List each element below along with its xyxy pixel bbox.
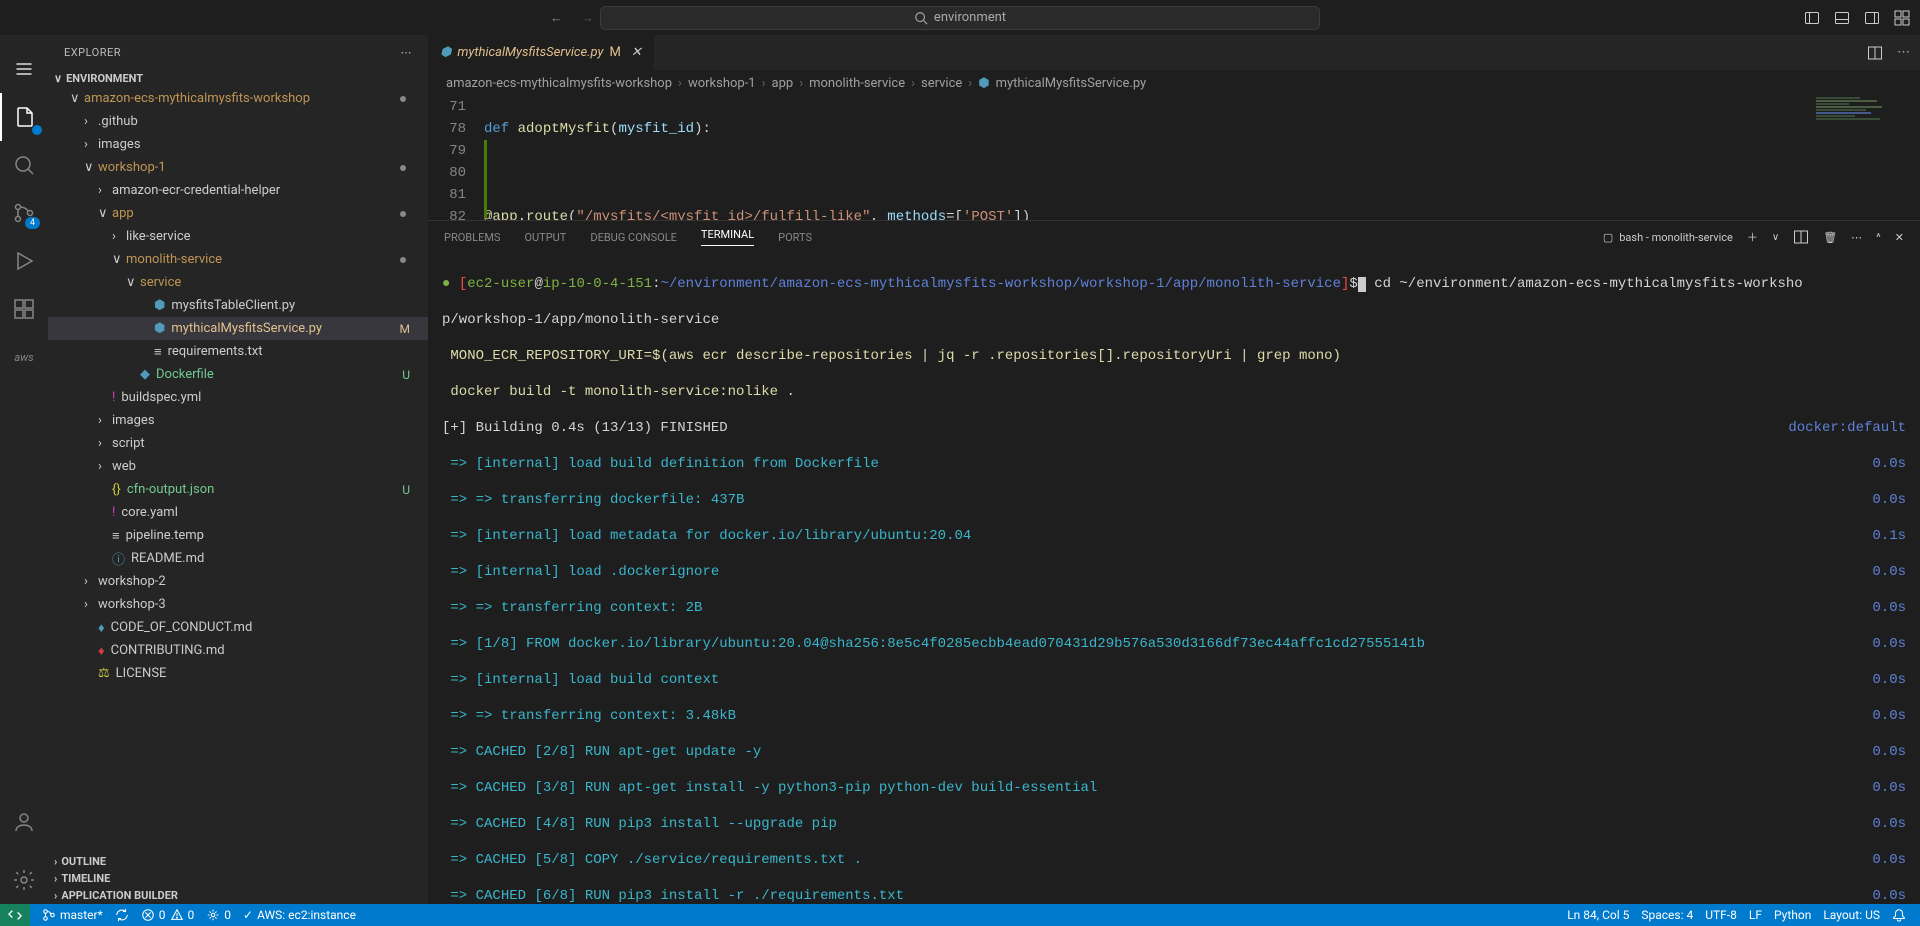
panel-tab-output[interactable]: OUTPUT bbox=[524, 231, 566, 244]
status-eol[interactable]: LF bbox=[1743, 908, 1768, 922]
new-terminal-icon[interactable]: ＋ bbox=[1747, 229, 1758, 245]
status-encoding[interactable]: UTF-8 bbox=[1699, 908, 1743, 922]
scm-badge: 4 bbox=[25, 217, 40, 229]
panel-tab-terminal[interactable]: TERMINAL bbox=[701, 228, 754, 246]
tree-mythical-service[interactable]: ⬢mythicalMysfitsService.pyM bbox=[48, 317, 428, 340]
section-appbuilder[interactable]: ›APPLICATION BUILDER bbox=[48, 887, 428, 904]
status-aws[interactable]: ✓AWS: ec2:instance bbox=[237, 908, 362, 922]
section-timeline[interactable]: ›TIMELINE bbox=[48, 870, 428, 887]
status-language[interactable]: Python bbox=[1768, 908, 1817, 922]
tree-workshop2[interactable]: ›workshop-2 bbox=[48, 570, 428, 593]
activity-extensions[interactable] bbox=[0, 285, 48, 333]
terminal-more-icon[interactable]: ⋯ bbox=[1851, 231, 1862, 244]
terminal-dropdown-icon[interactable]: ∨ bbox=[1772, 232, 1779, 243]
command-center-search[interactable]: environment bbox=[600, 6, 1320, 30]
maximize-panel-icon[interactable]: ^ bbox=[1876, 231, 1881, 244]
close-panel-icon[interactable]: ✕ bbox=[1895, 231, 1904, 244]
activity-aws[interactable]: aws bbox=[0, 333, 48, 381]
editor-tab[interactable]: ⬢ mythicalMysfitsService.py M ✕ bbox=[428, 35, 655, 70]
layout-sidebar-left-icon[interactable] bbox=[1804, 10, 1820, 26]
tab-filename: mythicalMysfitsService.py bbox=[457, 45, 603, 60]
tab-close-icon[interactable]: ✕ bbox=[631, 45, 642, 60]
status-problems[interactable]: 0 0 bbox=[135, 908, 201, 922]
activity-source-control[interactable]: 4 bbox=[0, 189, 48, 237]
kill-terminal-icon[interactable]: 🗑 bbox=[1823, 231, 1837, 244]
tree-workshop3[interactable]: ›workshop-3 bbox=[48, 593, 428, 616]
nav-forward-icon[interactable]: → bbox=[581, 10, 594, 26]
activity-settings[interactable] bbox=[0, 856, 48, 904]
status-branch[interactable]: master* bbox=[36, 908, 109, 922]
tree-requirements[interactable]: ≡requirements.txt bbox=[48, 340, 428, 363]
section-environment[interactable]: ∨ENVIRONMENT bbox=[48, 70, 428, 87]
status-layout[interactable]: Layout: US bbox=[1817, 908, 1886, 922]
tree-core[interactable]: !core.yaml bbox=[48, 501, 428, 524]
tree-dockerfile[interactable]: ◆DockerfileU bbox=[48, 363, 428, 386]
tree-images[interactable]: ›images bbox=[48, 133, 428, 156]
tree-buildspec[interactable]: !buildspec.yml bbox=[48, 386, 428, 409]
tree-ecr-helper[interactable]: ›amazon-ecr-credential-helper bbox=[48, 179, 428, 202]
nav-back-icon[interactable]: ← bbox=[550, 10, 563, 26]
search-text: environment bbox=[934, 10, 1006, 25]
terminal-shell-icon: ▢ bbox=[1603, 231, 1613, 244]
status-position[interactable]: Ln 84, Col 5 bbox=[1561, 908, 1635, 922]
tree-root-folder[interactable]: ∨amazon-ecs-mythicalmysfits-workshop bbox=[48, 87, 428, 110]
breadcrumb[interactable]: amazon-ecs-mythicalmysfits-workshop› wor… bbox=[428, 70, 1920, 96]
activity-run-debug[interactable] bbox=[0, 237, 48, 285]
tree-app[interactable]: ∨app bbox=[48, 202, 428, 225]
layout-sidebar-right-icon[interactable] bbox=[1864, 10, 1880, 26]
tree-web[interactable]: ›web bbox=[48, 455, 428, 478]
tree-pipeline[interactable]: ≡pipeline.temp bbox=[48, 524, 428, 547]
split-terminal-icon[interactable] bbox=[1793, 229, 1809, 245]
tree-license[interactable]: ⚖LICENSE bbox=[48, 662, 428, 685]
tree-readme[interactable]: ⓘREADME.md bbox=[48, 547, 428, 570]
section-outline[interactable]: ›OUTLINE bbox=[48, 853, 428, 870]
tree-like-service[interactable]: ›like-service bbox=[48, 225, 428, 248]
status-spaces[interactable]: Spaces: 4 bbox=[1635, 908, 1699, 922]
tree-images2[interactable]: ›images bbox=[48, 409, 428, 432]
tree-cfn[interactable]: {}cfn-output.jsonU bbox=[48, 478, 428, 501]
terminal-content[interactable]: ● [ec2-user@ip-10-0-4-151:~/environment/… bbox=[428, 253, 1920, 904]
tree-contributing[interactable]: ♦CONTRIBUTING.md bbox=[48, 639, 428, 662]
tree-conduct[interactable]: ♦CODE_OF_CONDUCT.md bbox=[48, 616, 428, 639]
panel-tab-problems[interactable]: PROBLEMS bbox=[444, 231, 500, 244]
panel-tab-ports[interactable]: PORTS bbox=[778, 231, 812, 244]
minimap[interactable] bbox=[1810, 96, 1920, 220]
tree-service[interactable]: ∨service bbox=[48, 271, 428, 294]
python-file-icon: ⬢ bbox=[440, 45, 451, 60]
customize-layout-icon[interactable] bbox=[1894, 10, 1910, 26]
panel-tab-debug[interactable]: DEBUG CONSOLE bbox=[590, 231, 677, 244]
remote-indicator[interactable] bbox=[0, 904, 30, 926]
activity-explorer[interactable] bbox=[0, 93, 48, 141]
activity-search[interactable] bbox=[0, 141, 48, 189]
code-editor[interactable]: 71 78 79 80 81 82 def adoptMysfit(mysfit… bbox=[428, 96, 1920, 220]
tab-modified: M bbox=[609, 45, 620, 60]
status-ports[interactable]: 0 bbox=[200, 908, 237, 922]
activity-accounts[interactable] bbox=[0, 798, 48, 846]
terminal-selector[interactable]: ▢bash - monolith-service bbox=[1603, 231, 1733, 244]
layout-panel-icon[interactable] bbox=[1834, 10, 1850, 26]
explorer-title: EXPLORER bbox=[64, 46, 121, 59]
status-notifications-icon[interactable] bbox=[1886, 908, 1912, 922]
split-editor-icon[interactable] bbox=[1867, 45, 1883, 61]
editor-more-icon[interactable]: ⋯ bbox=[1897, 45, 1910, 61]
activity-menu[interactable] bbox=[0, 45, 48, 93]
status-sync[interactable] bbox=[109, 908, 135, 922]
explorer-actions-icon[interactable]: ⋯ bbox=[401, 46, 413, 59]
tree-github[interactable]: ›.github bbox=[48, 110, 428, 133]
tree-workshop1[interactable]: ∨workshop-1 bbox=[48, 156, 428, 179]
tree-monolith-service[interactable]: ∨monolith-service bbox=[48, 248, 428, 271]
tree-mysfits-client[interactable]: ⬢mysfitsTableClient.py bbox=[48, 294, 428, 317]
tree-script[interactable]: ›script bbox=[48, 432, 428, 455]
